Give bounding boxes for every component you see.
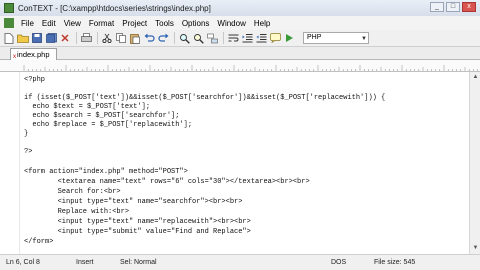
app-icon xyxy=(4,3,14,13)
vertical-scrollbar[interactable]: ▲ ▼ xyxy=(469,72,480,254)
document-icon xyxy=(4,18,14,28)
file-size: File size: 545 xyxy=(374,259,416,266)
code-line: echo $text = $_POST['text']; xyxy=(24,103,151,111)
line-endings: DOS xyxy=(331,259,347,266)
code-line: Replace with:<br> xyxy=(24,208,130,216)
menu-options[interactable]: Options xyxy=(178,19,214,28)
code-line: if (isset($_POST['text'])&&isset($_POST[… xyxy=(24,94,386,102)
syntax-language-value: PHP xyxy=(307,34,322,41)
toolbar-divider xyxy=(174,32,175,44)
selection-mode: Sel: Normal xyxy=(120,259,157,266)
tab-bar: x index.php xyxy=(0,47,480,60)
ruler-ticks xyxy=(23,65,478,71)
toolbar: PHP ▼ xyxy=(0,30,480,47)
menu-project[interactable]: Project xyxy=(118,19,151,28)
code-line: Search for:<br> xyxy=(24,188,121,196)
code-line: </form> xyxy=(24,238,54,246)
code-line: <form action="index.php" method="POST"> xyxy=(24,168,188,176)
code-line: echo $replace = $_POST['replacewith']; xyxy=(24,121,193,129)
print-icon[interactable] xyxy=(80,32,92,44)
menu-view[interactable]: View xyxy=(60,19,85,28)
close-file-icon[interactable] xyxy=(59,32,71,44)
maximize-button[interactable]: □ xyxy=(446,2,460,12)
minimize-button[interactable]: _ xyxy=(430,2,444,12)
menu-file[interactable]: File xyxy=(17,19,38,28)
open-folder-icon[interactable] xyxy=(17,32,29,44)
insert-mode: Insert xyxy=(76,259,94,266)
syntax-language-select[interactable]: PHP ▼ xyxy=(303,32,369,44)
code-line: <?php xyxy=(24,76,46,84)
toolbar-divider xyxy=(223,32,224,44)
paste-icon[interactable] xyxy=(129,32,141,44)
code-editor[interactable]: <?php if (isset($_POST['text'])&&isset($… xyxy=(0,72,469,254)
menu-help[interactable]: Help xyxy=(250,19,274,28)
code-line: <input type="submit" value="Find and Rep… xyxy=(24,228,251,236)
indent-icon[interactable] xyxy=(241,32,253,44)
find-next-icon[interactable] xyxy=(192,32,204,44)
scroll-down-icon[interactable]: ▼ xyxy=(471,244,480,253)
status-bar: Ln 6, Col 8 Insert Sel: Normal DOS File … xyxy=(0,254,480,270)
undo-icon[interactable] xyxy=(143,32,155,44)
copy-icon[interactable] xyxy=(115,32,127,44)
code-line: } xyxy=(24,130,29,138)
comment-icon[interactable] xyxy=(269,32,281,44)
close-button[interactable]: x xyxy=(462,2,476,12)
tab-label: index.php xyxy=(17,50,50,59)
code-line: <input type="text" name="replacewith"><b… xyxy=(24,218,251,226)
toolbar-divider xyxy=(76,32,77,44)
toolbar-divider xyxy=(97,32,98,44)
cut-icon[interactable] xyxy=(101,32,113,44)
code-line: echo $search = $_POST['searchfor']; xyxy=(24,112,180,120)
ruler xyxy=(0,60,480,72)
menu-tools[interactable]: Tools xyxy=(151,19,178,28)
window-title: ConTEXT - [C:\xampp\htdocs\series\string… xyxy=(18,3,211,13)
save-all-icon[interactable] xyxy=(45,32,57,44)
save-icon[interactable] xyxy=(31,32,43,44)
chevron-down-icon: ▼ xyxy=(361,36,367,42)
line-gutter xyxy=(0,72,20,254)
window-controls: _ □ x xyxy=(430,2,476,12)
code-line: <textarea name="text" rows="6" cols="30"… xyxy=(24,178,310,186)
title-bar: ConTEXT - [C:\xampp\htdocs\series\string… xyxy=(0,0,480,16)
new-file-icon[interactable] xyxy=(3,32,15,44)
outdent-icon[interactable] xyxy=(255,32,267,44)
code-line: <input type="text" name="searchfor"><br>… xyxy=(24,198,243,206)
tab-index-php[interactable]: x index.php xyxy=(10,48,57,60)
menu-edit[interactable]: Edit xyxy=(38,19,60,28)
menu-bar: File Edit View Format Project Tools Opti… xyxy=(0,16,480,30)
scroll-up-icon[interactable]: ▲ xyxy=(471,73,480,82)
find-icon[interactable] xyxy=(178,32,190,44)
menu-window[interactable]: Window xyxy=(213,19,249,28)
run-icon[interactable] xyxy=(283,32,295,44)
menu-format[interactable]: Format xyxy=(85,19,118,28)
redo-icon[interactable] xyxy=(157,32,169,44)
cursor-position: Ln 6, Col 8 xyxy=(6,259,40,266)
replace-icon[interactable] xyxy=(206,32,218,44)
word-wrap-icon[interactable] xyxy=(227,32,239,44)
code-line: ?> xyxy=(24,148,33,156)
